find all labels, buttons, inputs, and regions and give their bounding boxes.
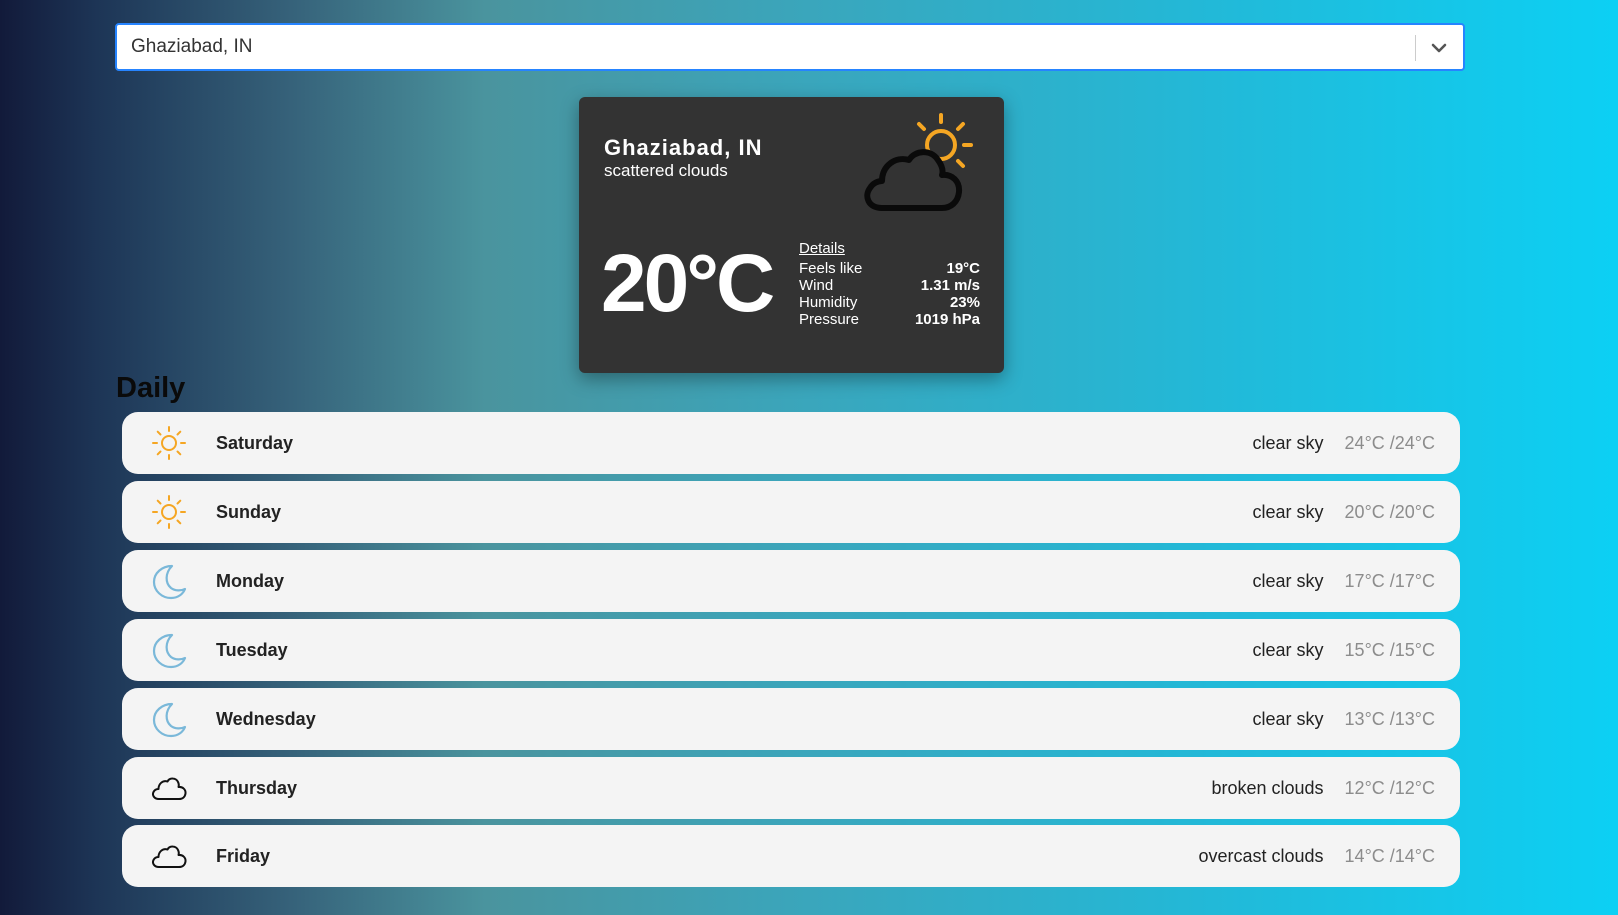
current-weather-card: Ghaziabad, IN scattered clouds 20°C Deta…: [579, 97, 1004, 373]
day-name: Tuesday: [216, 640, 288, 660]
day-description: overcast clouds: [1198, 846, 1324, 866]
day-description: clear sky: [1252, 502, 1324, 522]
day-name: Sunday: [216, 502, 282, 522]
day-temperature: 15°C /15°C: [1344, 640, 1435, 660]
day-description: clear sky: [1252, 709, 1324, 729]
cloud-icon: [152, 845, 187, 868]
detail-row-pressure: Pressure 1019 hPa: [799, 311, 980, 328]
moon-icon: [152, 633, 187, 669]
day-description: clear sky: [1252, 571, 1324, 591]
day-description: clear sky: [1252, 640, 1324, 660]
day-temperature: 14°C /14°C: [1344, 846, 1435, 866]
current-temperature: 20°C: [601, 238, 775, 329]
daily-row-tuesday[interactable]: Tuesday clear sky 15°C /15°C: [122, 619, 1460, 681]
daily-heading: Daily: [116, 372, 186, 404]
moon-icon: [152, 702, 187, 738]
daily-row-wednesday[interactable]: Wednesday clear sky 13°C /13°C: [122, 688, 1460, 750]
moon-icon: [152, 564, 187, 600]
day-name: Monday: [216, 571, 285, 591]
sun-icon: [152, 495, 186, 529]
daily-row-sunday[interactable]: Sunday clear sky 20°C /20°C: [122, 481, 1460, 543]
detail-label: Wind: [799, 277, 834, 294]
detail-label: Pressure: [799, 311, 860, 328]
daily-row-saturday[interactable]: Saturday clear sky 24°C /24°C: [122, 412, 1460, 474]
daily-row-friday[interactable]: Friday overcast clouds 14°C /14°C: [122, 825, 1460, 887]
detail-value: 1019 hPa: [914, 311, 980, 328]
day-temperature: 12°C /12°C: [1344, 778, 1435, 798]
current-city: Ghaziabad, IN: [604, 135, 763, 160]
daily-row-thursday[interactable]: Thursday broken clouds 12°C /12°C: [122, 757, 1460, 819]
day-name: Wednesday: [216, 709, 316, 729]
day-temperature: 13°C /13°C: [1344, 709, 1435, 729]
day-name: Saturday: [216, 433, 294, 453]
detail-value: 23%: [949, 294, 980, 311]
city-search-select[interactable]: Ghaziabad, IN: [115, 23, 1465, 71]
detail-label: Feels like: [799, 260, 863, 277]
day-name: Friday: [216, 846, 271, 866]
day-name: Thursday: [216, 778, 298, 798]
cloud-icon: [152, 777, 187, 800]
partly-cloudy-icon: [864, 113, 973, 211]
details-title: Details: [799, 240, 845, 257]
current-description: scattered clouds: [604, 161, 728, 180]
day-temperature: 17°C /17°C: [1344, 571, 1435, 591]
detail-row-humidity: Humidity 23%: [799, 294, 980, 311]
daily-row-monday[interactable]: Monday clear sky 17°C /17°C: [122, 550, 1460, 612]
day-temperature: 20°C /20°C: [1344, 502, 1435, 522]
detail-value: 19°C: [946, 260, 980, 277]
details-panel: Details Feels like 19°C Wind 1.31 m/s Hu…: [799, 240, 980, 328]
day-description: clear sky: [1252, 433, 1324, 453]
detail-row-feels-like: Feels like 19°C: [799, 260, 980, 277]
select-separator: [1415, 35, 1416, 61]
detail-value: 1.31 m/s: [920, 277, 980, 294]
detail-row-wind: Wind 1.31 m/s: [799, 277, 980, 294]
chevron-down-icon[interactable]: [1427, 36, 1451, 60]
detail-label: Humidity: [799, 294, 858, 311]
day-temperature: 24°C /24°C: [1344, 433, 1435, 453]
sun-icon: [152, 426, 186, 460]
city-search-value[interactable]: Ghaziabad, IN: [131, 36, 252, 58]
day-description: broken clouds: [1211, 778, 1324, 798]
